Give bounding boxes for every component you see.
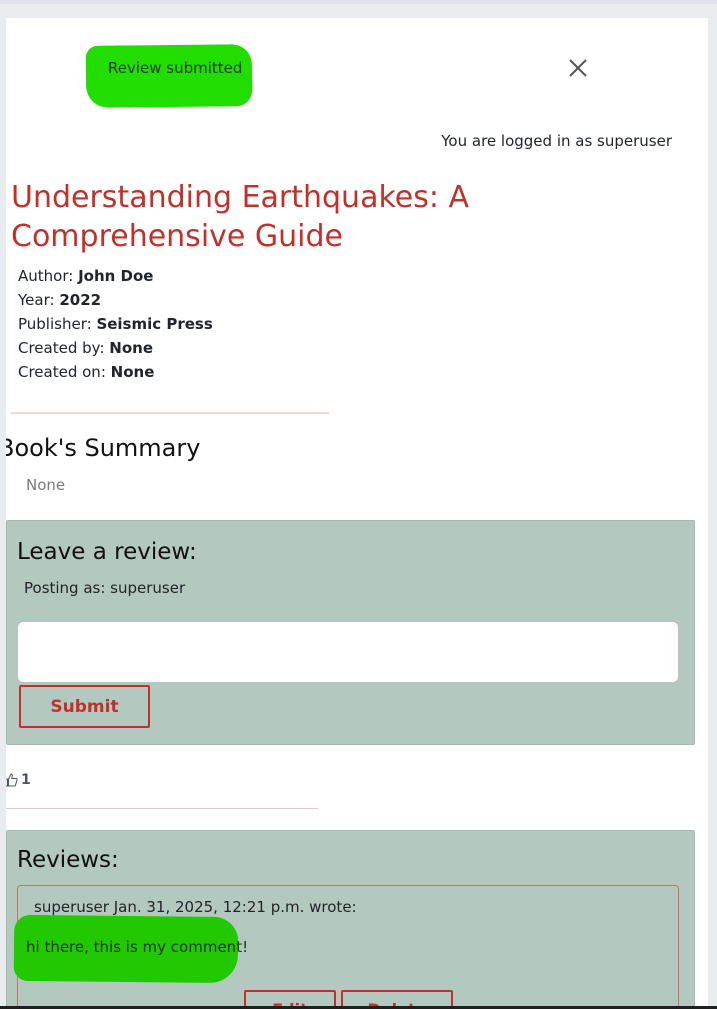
divider (11, 412, 329, 414)
created-on-row: Created on: None (18, 360, 213, 384)
reviews-heading: Reviews: (17, 847, 119, 873)
divider (6, 808, 318, 809)
year-label: Year: (18, 291, 55, 309)
thumbs-up-icon (6, 773, 18, 787)
book-metadata: Author: John Doe Year: 2022 Publisher: S… (18, 264, 213, 384)
year-row: Year: 2022 (18, 288, 213, 312)
author-row: Author: John Doe (18, 264, 213, 288)
created-by-row: Created by: None (18, 336, 213, 360)
leave-review-heading: Leave a review: (17, 539, 197, 565)
reviews-card: Reviews: superuser Jan. 31, 2025, 12:21 … (6, 830, 695, 1009)
like-count: 1 (21, 772, 31, 788)
publisher-label: Publisher: (18, 315, 92, 333)
close-icon (569, 59, 587, 77)
close-alert-button[interactable] (566, 56, 590, 80)
like-counter[interactable]: 1 (6, 772, 31, 788)
created-by-value: None (109, 339, 153, 357)
year-value: 2022 (59, 291, 102, 309)
summary-heading: Book's Summary (6, 434, 201, 462)
author-value: John Doe (78, 267, 154, 285)
book-detail-page: Review submitted You are logged in as su… (6, 18, 708, 1009)
leave-review-card: Leave a review: Posting as: superuser Su… (6, 520, 695, 745)
book-title: Understanding Earthquakes: A Comprehensi… (11, 180, 470, 254)
alert-message: Review submitted (108, 59, 243, 77)
browser-top-strip (0, 0, 717, 4)
submit-button[interactable]: Submit (19, 685, 150, 728)
publisher-value: Seismic Press (96, 315, 213, 333)
created-by-label: Created by: (18, 339, 105, 357)
created-on-value: None (110, 363, 155, 381)
created-on-label: Created on: (18, 363, 106, 381)
login-status: You are logged in as superuser (441, 132, 672, 150)
publisher-row: Publisher: Seismic Press (18, 312, 213, 336)
review-textarea[interactable] (17, 621, 679, 683)
review-meta: superuser Jan. 31, 2025, 12:21 p.m. wrot… (34, 898, 357, 916)
posting-as-label: Posting as: superuser (24, 579, 186, 597)
review-item: superuser Jan. 31, 2025, 12:21 p.m. wrot… (13, 885, 679, 1009)
author-label: Author: (18, 267, 74, 285)
review-body: hi there, this is my comment! (26, 938, 249, 956)
summary-text: None (26, 476, 66, 494)
